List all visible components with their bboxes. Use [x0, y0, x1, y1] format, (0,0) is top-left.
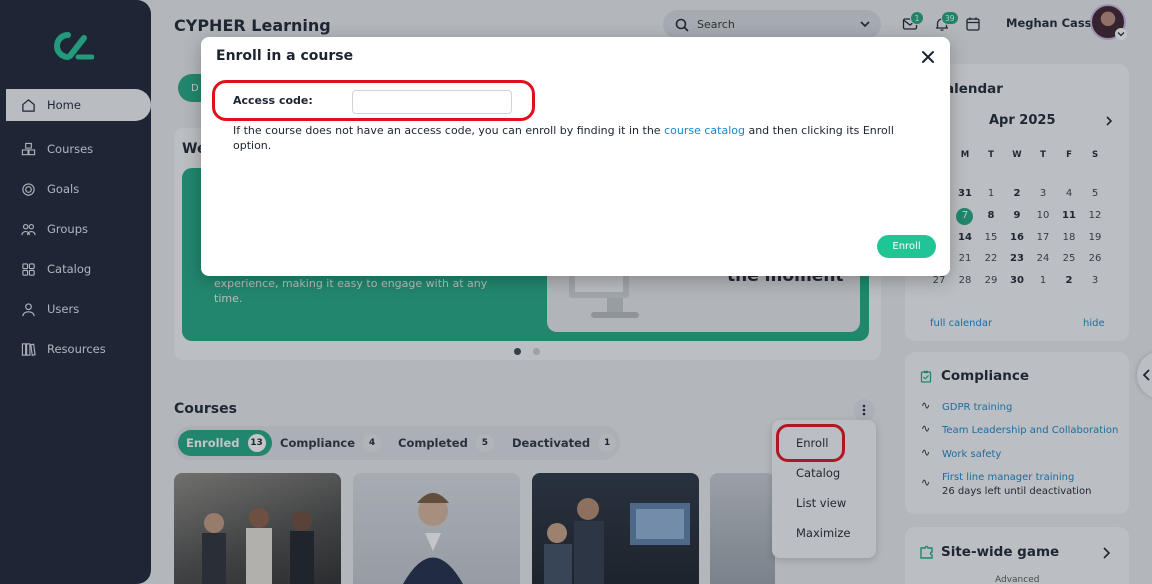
help-text-before: If the course does not have an access co… [233, 124, 665, 137]
enroll-button[interactable]: Enroll [877, 235, 936, 258]
modal-title: Enroll in a course [216, 48, 354, 64]
close-icon[interactable] [920, 49, 936, 65]
help-text: If the course does not have an access co… [233, 123, 913, 153]
course-catalog-link[interactable]: course catalog [664, 124, 745, 137]
access-code-highlight-ring [212, 80, 535, 121]
enroll-modal: Enroll in a course Access code: If the c… [201, 37, 950, 276]
